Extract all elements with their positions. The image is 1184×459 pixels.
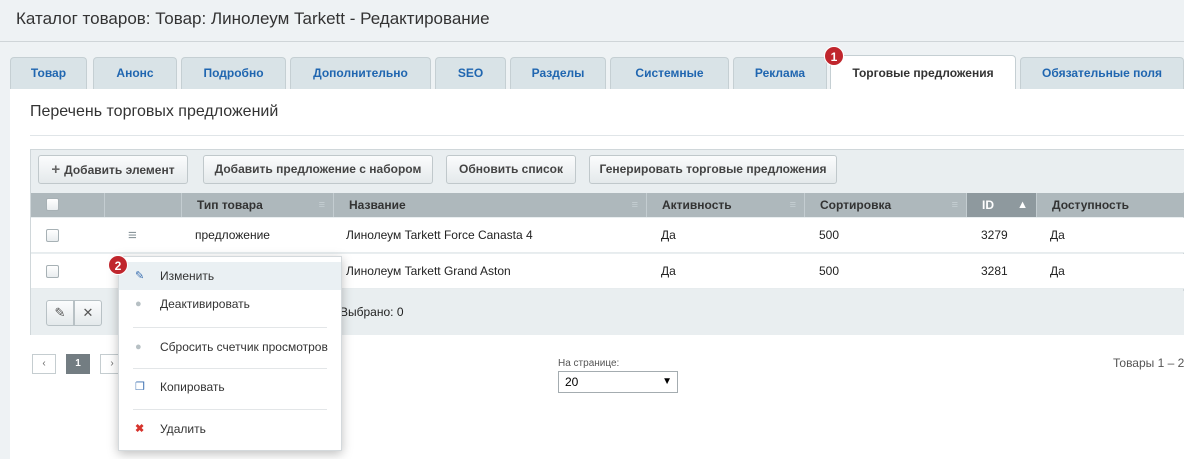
tab-product[interactable]: Товар	[10, 57, 87, 89]
edit-icon: ✎	[135, 270, 145, 282]
row-menu-icon[interactable]: ≡	[128, 218, 137, 253]
tab-announce[interactable]: Анонс	[93, 57, 177, 89]
cell-sort: 500	[819, 228, 840, 242]
edit-pencil-icon[interactable]: ✎	[46, 300, 74, 326]
tab-trade-offers[interactable]: Торговые предложения	[830, 55, 1016, 89]
cell-name[interactable]: Линолеум Tarkett Force Canasta 4	[346, 218, 533, 253]
dot-icon: ●	[135, 341, 142, 353]
cell-available: Да	[1050, 264, 1065, 278]
menu-item-label: Изменить	[160, 269, 215, 283]
menu-item-label: Деактивировать	[160, 297, 250, 311]
menu-item-label: Удалить	[160, 422, 206, 436]
menu-item-deactivate[interactable]: ● Деактивировать	[119, 290, 341, 318]
add-element-label: Добавить элемент	[64, 163, 175, 177]
menu-separator	[133, 368, 327, 369]
per-page-label: На странице:	[558, 358, 620, 369]
menu-item-label: Сбросить счетчик просмотров	[160, 340, 328, 354]
menu-separator	[133, 327, 327, 328]
menu-item-delete[interactable]: ✖ Удалить	[119, 415, 341, 443]
sort-icon: ≡	[789, 199, 796, 211]
pager-total: Товары 1 – 2	[1113, 356, 1184, 370]
step-badge-1: 1	[824, 46, 844, 66]
sort-icon: ≡	[951, 199, 958, 211]
column-label: Тип товара	[197, 198, 263, 212]
page-title: Каталог товаров: Товар: Линолеум Tarkett…	[16, 9, 490, 28]
add-element-button[interactable]: + Добавить элемент	[38, 155, 188, 184]
per-page-value: 20	[565, 375, 579, 389]
column-header-id[interactable]: ID ▲	[966, 193, 1036, 217]
sort-icon: ≡	[631, 199, 638, 211]
cell-active: Да	[661, 228, 676, 242]
menu-separator	[133, 409, 327, 410]
section-title: Перечень торговых предложений	[30, 103, 279, 120]
tab-additional[interactable]: Дополнительно	[290, 57, 431, 89]
actions-column-header	[104, 193, 181, 217]
refresh-list-button[interactable]: Обновить список	[446, 155, 576, 184]
cell-id: 3279	[981, 228, 1008, 242]
cell-type: предложение	[195, 228, 270, 242]
dot-icon: ●	[135, 298, 142, 310]
sort-icon: ≡	[318, 199, 325, 211]
column-label: Сортировка	[820, 198, 892, 212]
row-checkbox[interactable]	[46, 229, 59, 242]
tab-seo[interactable]: SEO	[435, 57, 506, 89]
column-header-type[interactable]: Тип товара ≡	[181, 193, 333, 217]
cell-id: 3281	[981, 264, 1008, 278]
column-header-name[interactable]: Название ≡	[333, 193, 646, 217]
column-header-active[interactable]: Активность ≡	[646, 193, 804, 217]
menu-item-reset-views[interactable]: ● Сбросить счетчик просмотров	[119, 333, 341, 361]
row-checkbox[interactable]	[46, 265, 59, 278]
table-header: Тип товара ≡ Название ≡ Активность ≡ Сортир…	[31, 193, 1184, 217]
page-header: Каталог товаров: Товар: Линолеум Tarkett…	[0, 0, 1184, 42]
cell-name[interactable]: Линолеум Tarkett Grand Aston	[346, 254, 511, 289]
tab-details[interactable]: Подробно	[181, 57, 286, 89]
cell-active: Да	[661, 264, 676, 278]
tab-ads[interactable]: Реклама	[733, 57, 827, 89]
copy-icon: ❐	[135, 381, 145, 393]
pager-page-current[interactable]: 1	[66, 354, 90, 374]
cell-available: Да	[1050, 228, 1065, 242]
tab-required-fields[interactable]: Обязательные поля	[1020, 57, 1184, 89]
delete-icon: ✖	[135, 423, 145, 435]
column-header-sort[interactable]: Сортировка ≡	[804, 193, 966, 217]
pager-prev-button[interactable]: ‹	[32, 354, 56, 374]
chevron-down-icon: ▼	[662, 376, 672, 387]
selected-count: Выбрано: 0	[340, 305, 404, 319]
column-label: ID	[982, 198, 994, 212]
select-all-checkbox[interactable]	[46, 198, 59, 211]
tab-bar: Товар Анонс Подробно Дополнительно SEO Р…	[0, 55, 1184, 89]
step-badge-2: 2	[108, 255, 128, 275]
close-icon[interactable]: ✕	[74, 300, 102, 326]
column-label: Доступность	[1052, 198, 1129, 212]
column-label: Активность	[662, 198, 732, 212]
menu-item-edit[interactable]: ✎ Изменить	[119, 262, 341, 290]
plus-icon: +	[51, 161, 61, 178]
tab-system[interactable]: Системные	[610, 57, 729, 89]
menu-item-copy[interactable]: ❐ Копировать	[119, 373, 341, 401]
column-header-availability[interactable]: Доступность	[1036, 193, 1184, 217]
tab-sections[interactable]: Разделы	[510, 57, 606, 89]
table-row[interactable]: ≡ предложение Линолеум Tarkett Force Can…	[31, 218, 1184, 253]
menu-item-label: Копировать	[160, 380, 225, 394]
column-label: Название	[349, 198, 406, 212]
generate-offers-button[interactable]: Генерировать торговые предложения	[589, 155, 837, 184]
grid-toolbar: + Добавить элемент Добавить предложение с…	[31, 150, 1184, 192]
per-page-select[interactable]: 20 ▼	[558, 371, 678, 393]
divider	[30, 135, 1184, 136]
add-offer-set-button[interactable]: Добавить предложение с набором	[203, 155, 433, 184]
row-context-menu: ✎ Изменить ● Деактивировать ● Сбросить с…	[118, 256, 342, 451]
sort-asc-icon: ▲	[1017, 199, 1028, 211]
cell-sort: 500	[819, 264, 840, 278]
